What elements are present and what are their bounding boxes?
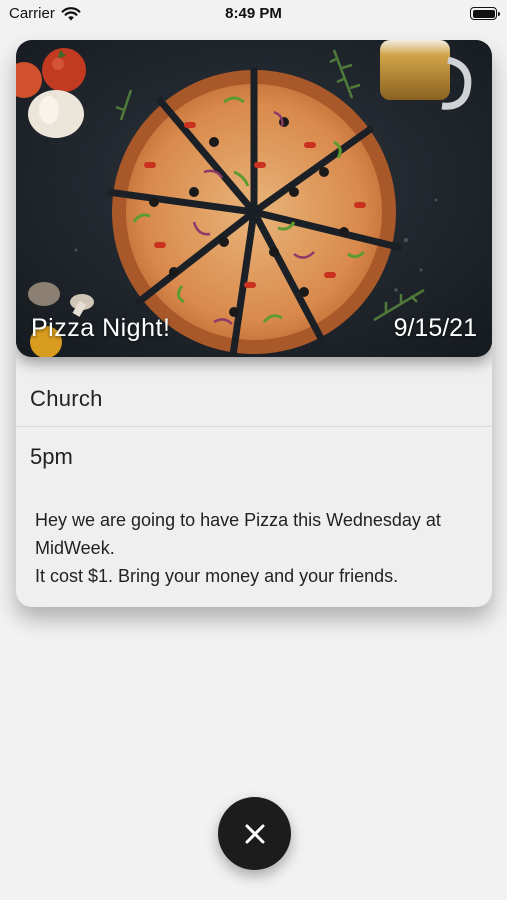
battery-cap: [497, 11, 500, 16]
event-location: Church: [30, 386, 103, 411]
event-image: Pizza Night! 9/15/21: [16, 40, 492, 357]
battery-fill: [472, 9, 495, 18]
divider: [16, 426, 492, 427]
status-time: 8:49 PM: [225, 5, 282, 22]
event-description: Hey we are going to have Pizza this Wedn…: [35, 510, 441, 586]
event-title: Pizza Night!: [31, 314, 171, 342]
event-card: Pizza Night! 9/15/21 Church 5pm Hey we a…: [16, 40, 492, 607]
battery-icon: [470, 7, 500, 20]
close-icon: [245, 824, 264, 843]
event-date: 9/15/21: [393, 314, 477, 342]
pizza-photo: [16, 40, 492, 357]
event-detail-screen: Carrier 8:49 PM Pizza Night! 9/15/21 Chu…: [0, 0, 507, 900]
event-time: 5pm: [30, 444, 73, 469]
status-bar: Carrier 8:49 PM: [0, 0, 507, 30]
close-button[interactable]: [218, 797, 291, 870]
